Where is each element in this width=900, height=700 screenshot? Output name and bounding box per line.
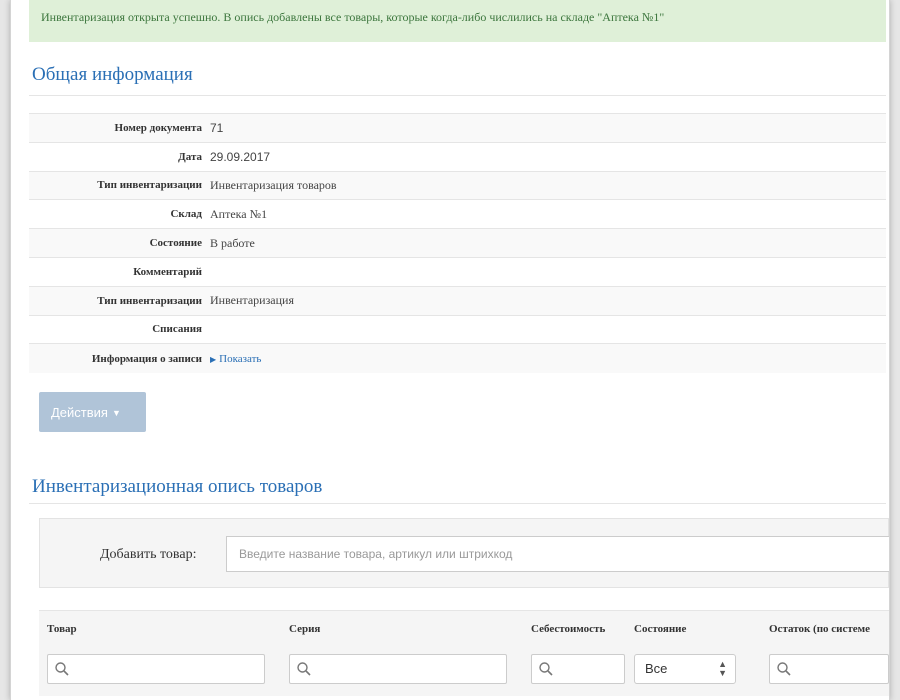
info-value: ▶ Показать <box>206 343 886 373</box>
info-value: Аптека №1 <box>206 199 886 229</box>
filter-row: Все ▲ ▼ <box>39 646 889 696</box>
caret-down-icon: ▼ <box>111 408 121 419</box>
info-value: 29.09.2017 <box>206 141 886 172</box>
info-label: Комментарий <box>29 256 206 287</box>
info-value: Инвентаризация <box>206 285 886 316</box>
info-label: Информация о записи <box>29 343 206 373</box>
info-row-warehouse: Склад Аптека №1 <box>29 199 886 229</box>
column-header-product[interactable]: Товар <box>47 623 77 635</box>
info-row-inventory-type: Тип инвентаризации Инвентаризация товаро… <box>29 170 886 200</box>
actions-dropdown-button[interactable]: Действия ▼ <box>39 392 146 432</box>
alert-text: Инвентаризация открыта успешно. В опись … <box>41 10 665 24</box>
show-link-label: Показать <box>219 353 262 366</box>
info-label: Склад <box>29 199 206 229</box>
info-label: Списания <box>29 314 206 344</box>
info-value: В работе <box>206 228 886 258</box>
add-product-label: Добавить товар: <box>100 547 197 562</box>
select-arrows-icon: ▲ ▼ <box>718 659 727 678</box>
info-value <box>206 256 886 287</box>
column-header-stock[interactable]: Остаток (по системе <box>769 623 870 635</box>
info-row-status: Состояние В работе <box>29 228 886 258</box>
info-row-record-info: Информация о записи ▶ Показать <box>29 343 886 373</box>
triangle-right-icon: ▶ <box>210 355 217 365</box>
search-icon <box>539 662 553 676</box>
stock-filter-input[interactable] <box>769 654 889 684</box>
state-filter-value: Все <box>645 661 668 676</box>
search-icon <box>297 662 311 676</box>
inventory-title: Инвентаризационная опись товаров <box>32 476 323 497</box>
column-header-state[interactable]: Состояние <box>634 623 686 635</box>
column-header-cost[interactable]: Себестоимость <box>531 623 605 635</box>
main-panel: Инвентаризация открыта успешно. В опись … <box>10 0 890 700</box>
column-header-series[interactable]: Серия <box>289 623 320 635</box>
divider <box>29 503 886 504</box>
general-info-table: Номер документа 71 Дата 29.09.2017 Тип и… <box>29 113 886 373</box>
show-record-info-link[interactable]: ▶ Показать <box>210 353 261 365</box>
search-icon <box>777 662 791 676</box>
info-value: Инвентаризация товаров <box>206 170 886 200</box>
cost-filter-input[interactable] <box>531 654 625 684</box>
inventory-table-header: Товар Серия Себестоимость Состояние Оста… <box>39 610 889 646</box>
product-filter-input[interactable] <box>47 654 265 684</box>
info-label: Тип инвентаризации <box>29 170 206 200</box>
info-label: Состояние <box>29 228 206 258</box>
info-row-comment: Комментарий <box>29 256 886 287</box>
info-label: Номер документа <box>29 113 206 143</box>
info-row-doc-number: Номер документа 71 <box>29 113 886 143</box>
add-product-panel: Добавить товар: Введите название товара,… <box>39 518 889 588</box>
success-alert: Инвентаризация открыта успешно. В опись … <box>29 0 886 42</box>
actions-label: Действия <box>51 404 108 420</box>
info-label: Тип инвентаризации <box>29 285 206 316</box>
search-icon <box>55 662 69 676</box>
info-value <box>206 314 886 344</box>
info-row-writeoffs: Списания <box>29 314 886 344</box>
add-product-input[interactable]: Введите название товара, артикул или штр… <box>226 536 889 572</box>
series-filter-input[interactable] <box>289 654 507 684</box>
info-row-date: Дата 29.09.2017 <box>29 141 886 172</box>
state-filter-select[interactable]: Все ▲ ▼ <box>634 654 736 684</box>
info-value: 71 <box>206 113 886 143</box>
general-info-title: Общая информация <box>32 64 193 85</box>
divider <box>29 95 886 96</box>
info-row-inventory-type-2: Тип инвентаризации Инвентаризация <box>29 285 886 316</box>
info-label: Дата <box>29 141 206 172</box>
